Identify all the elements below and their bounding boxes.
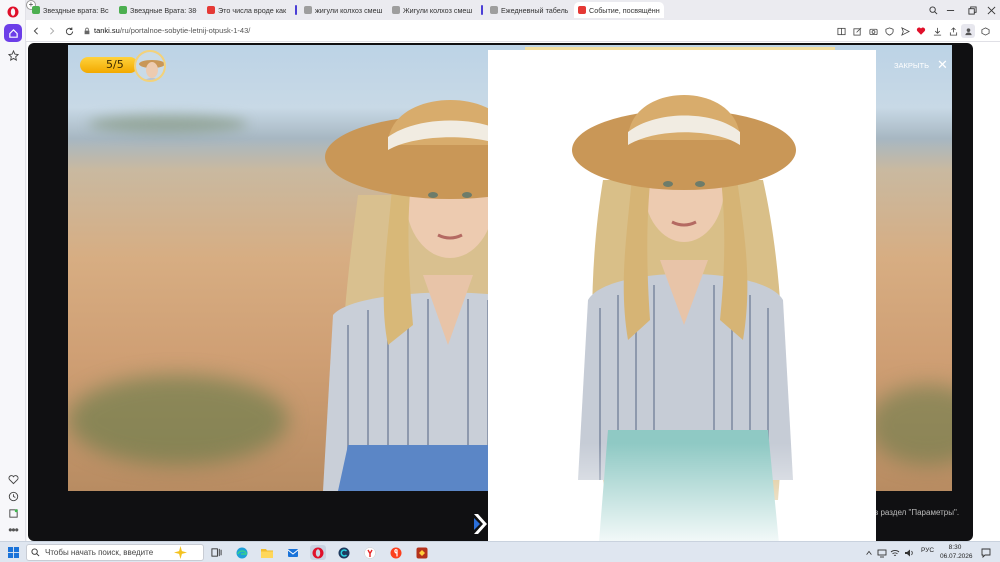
taskbar-clock[interactable]: 8:30 06.07.2026 [940,543,973,561]
back-icon[interactable] [29,24,43,38]
star-icon[interactable] [4,46,22,64]
more-dots-icon[interactable]: ••• [4,521,22,539]
tab-group-marker [481,5,483,15]
camera-icon[interactable] [866,24,880,38]
tab-title: Звездные Врата: 38-1 Вс [130,5,197,15]
heart-bookmark-icon[interactable] [914,24,928,38]
opera-taskbar-icon[interactable] [310,545,326,560]
tab-title: Событие, посвящённое [589,5,660,15]
opera-logo-icon[interactable] [4,3,22,21]
tab-favicon-icon [207,6,215,14]
counter-text: 5/5 [106,58,124,71]
profile-icon[interactable] [961,24,975,38]
woman-cutout-image-overlay [488,50,876,554]
home-icon[interactable] [4,24,22,42]
lock-icon[interactable] [80,24,94,38]
tab-favicon-icon [119,6,127,14]
tab-item[interactable]: жигули колхоз смешно - [300,2,386,18]
tab-favicon-icon [32,6,40,14]
volume-icon[interactable] [901,545,917,560]
search-placeholder: Чтобы начать поиск, введите [45,548,154,557]
outlook-mail-icon[interactable] [285,545,301,560]
ccleaner-icon[interactable] [336,545,352,560]
tab-title: Жигули колхоз смешно [403,5,472,15]
edit-icon[interactable] [850,24,864,38]
file-explorer-icon[interactable] [259,545,275,560]
tab-favicon-icon [490,6,498,14]
url-host: tanki.su [94,26,120,35]
share-icon[interactable] [946,24,960,38]
send-icon[interactable] [898,24,912,38]
tab-title: Это числа вроде как Кон [218,5,287,15]
notifications-icon[interactable] [978,545,994,560]
tab-item-active[interactable]: Событие, посвящённое [574,2,664,18]
tab-title: Ежедневный табель-кале [501,5,568,15]
woman-cutout-image [488,50,876,554]
tab-item[interactable]: Звездные Врата: 38-1 Вс [115,2,201,18]
extensions-icon[interactable] [978,24,992,38]
keyboard-language[interactable]: РУС [921,547,934,554]
minimize-icon[interactable] [943,3,957,17]
tab-item[interactable]: Это числа вроде как Кон [203,2,291,18]
close-icon: ✕ [937,57,948,72]
search-icon [31,548,40,557]
tab-title: Звездные врата: Вселен [43,5,109,15]
restore-icon[interactable] [965,3,979,17]
heart-icon[interactable] [4,470,22,488]
clock-date: 06.07.2026 [940,553,973,560]
task-view-icon[interactable] [208,545,224,560]
extensions-cube-icon[interactable] [4,504,22,522]
settings-hint-text: в раздел "Параметры". [874,508,960,517]
clock-time: 8:30 [948,544,962,551]
windows-start-icon[interactable] [5,545,21,560]
close-button[interactable]: ЗАКРЫТЬ ✕ [894,57,948,72]
tab-favicon-icon [304,6,312,14]
history-clock-icon[interactable] [4,487,22,505]
avatar [134,50,166,82]
search-tabs-icon[interactable] [926,3,940,17]
url-field[interactable]: tanki.su/ru/portalnoe-sobytie-letnij-otp… [94,24,794,38]
tab-group-marker [295,5,297,15]
browser-sidebar: ••• [0,0,26,541]
forward-icon[interactable] [45,24,59,38]
tab-item[interactable]: Ежедневный табель-кале [486,2,572,18]
tab-item[interactable]: Звездные врата: Вселен [28,2,113,18]
yandex-icon[interactable] [388,545,404,560]
windows-taskbar: Чтобы начать поиск, введите РУС 8:30 06.… [0,541,1000,562]
close-window-icon[interactable] [984,3,998,17]
shield-icon[interactable] [882,24,896,38]
progress-counter-badge: 5/5 [80,57,138,73]
yandex-browser-icon[interactable] [362,545,378,560]
game-center-icon[interactable] [414,545,430,560]
edge-browser-icon[interactable] [234,545,250,560]
url-path: /ru/portalnoe-sobytie-letnij-otpusk-1-43… [119,26,251,35]
tab-title: жигули колхоз смешно - [315,5,382,15]
address-toolbar: tanki.su/ru/portalnoe-sobytie-letnij-otp… [26,20,1000,42]
reload-icon[interactable] [62,24,76,38]
download-icon[interactable] [930,24,944,38]
reader-mode-icon[interactable] [834,24,848,38]
tab-favicon-icon [578,6,586,14]
close-label: ЗАКРЫТЬ [894,60,930,70]
sparkle-icon[interactable] [172,545,188,560]
tab-item[interactable]: Жигули колхоз смешно [388,2,476,18]
tab-strip: Звездные врата: Вселен Звездные Врата: 3… [26,0,1000,20]
tab-favicon-icon [392,6,400,14]
